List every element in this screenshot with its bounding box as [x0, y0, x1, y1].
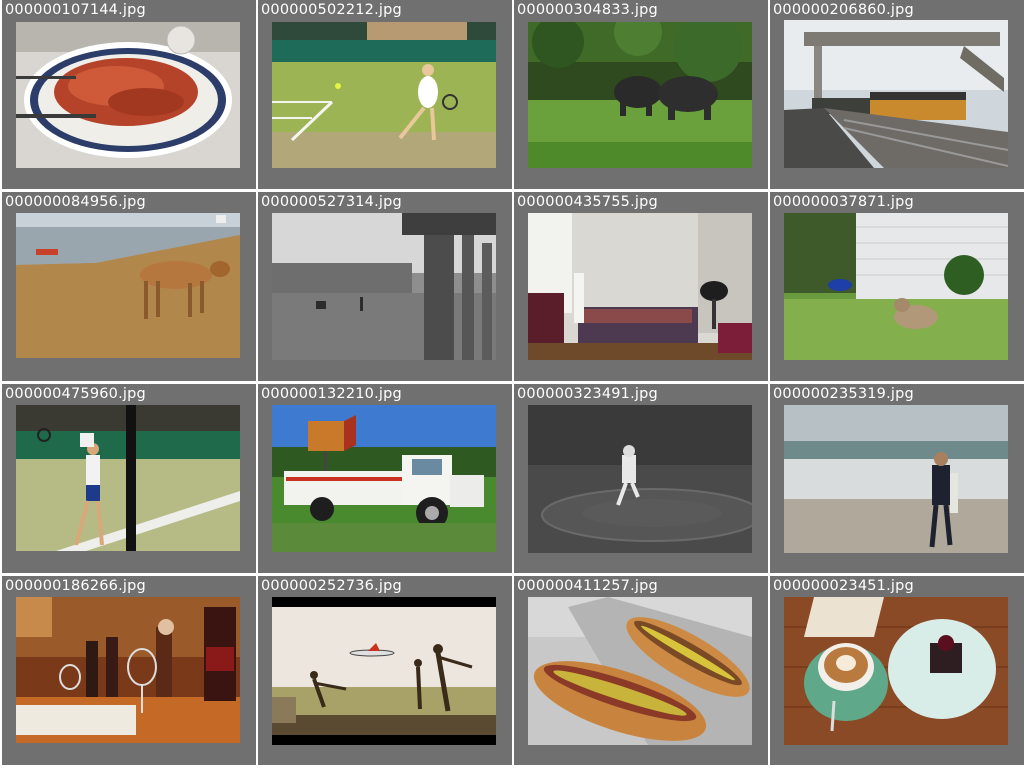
- filename-label: 000000023451.jpg: [773, 578, 914, 594]
- thumbnail-tile[interactable]: 000000323491.jpg: [514, 384, 768, 573]
- image-statues-plane: [272, 597, 496, 745]
- image-wine-bottles: [16, 597, 240, 743]
- image-tennis-grass: [272, 22, 496, 168]
- filename-label: 000000304833.jpg: [517, 2, 658, 18]
- thumbnail-tile[interactable]: 000000037871.jpg: [770, 192, 1024, 381]
- filename-label: 000000475960.jpg: [5, 386, 146, 402]
- image-surfer-beach: [784, 405, 1008, 553]
- filename-label: 000000502212.jpg: [261, 2, 402, 18]
- thumbnail-tile[interactable]: 000000206860.jpg: [770, 0, 1024, 189]
- thumbnail-tile[interactable]: 000000186266.jpg: [2, 576, 256, 765]
- thumbnail-tile[interactable]: 000000411257.jpg: [514, 576, 768, 765]
- image-grid: 000000107144.jpg 000000502212.jpg 000000…: [0, 0, 1024, 768]
- filename-label: 000000132210.jpg: [261, 386, 402, 402]
- image-living-room: [528, 213, 752, 360]
- thumbnail-tile[interactable]: 000000084956.jpg: [2, 192, 256, 381]
- thumbnail-tile[interactable]: 000000023451.jpg: [770, 576, 1024, 765]
- thumbnail-tile[interactable]: 000000304833.jpg: [514, 0, 768, 189]
- thumbnail-tile[interactable]: 000000132210.jpg: [258, 384, 512, 573]
- image-dog-lawn: [784, 213, 1008, 360]
- image-tennis-players: [16, 405, 240, 551]
- image-baseball-pitcher: [528, 405, 752, 553]
- filename-label: 000000252736.jpg: [261, 578, 402, 594]
- filename-label: 000000206860.jpg: [773, 2, 914, 18]
- image-old-town-square: [272, 213, 496, 360]
- image-elephants: [528, 22, 752, 168]
- image-cow-beach: [16, 213, 240, 358]
- image-train-station: [784, 20, 1008, 168]
- filename-label: 000000323491.jpg: [517, 386, 658, 402]
- thumbnail-tile[interactable]: 000000527314.jpg: [258, 192, 512, 381]
- filename-label: 000000235319.jpg: [773, 386, 914, 402]
- thumbnail-tile[interactable]: 000000435755.jpg: [514, 192, 768, 381]
- image-prosciutto-plate: [16, 22, 240, 168]
- filename-label: 000000186266.jpg: [5, 578, 146, 594]
- filename-label: 000000037871.jpg: [773, 194, 914, 210]
- thumbnail-tile[interactable]: 000000235319.jpg: [770, 384, 1024, 573]
- filename-label: 000000435755.jpg: [517, 194, 658, 210]
- filename-label: 000000107144.jpg: [5, 2, 146, 18]
- thumbnail-tile[interactable]: 000000475960.jpg: [2, 384, 256, 573]
- image-coffee-dessert: [784, 597, 1008, 745]
- thumbnail-tile[interactable]: 000000502212.jpg: [258, 0, 512, 189]
- thumbnail-tile[interactable]: 000000252736.jpg: [258, 576, 512, 765]
- filename-label: 000000411257.jpg: [517, 578, 658, 594]
- thumbnail-tile[interactable]: 000000107144.jpg: [2, 0, 256, 189]
- filename-label: 000000527314.jpg: [261, 194, 402, 210]
- image-hot-dogs: [528, 597, 752, 745]
- image-white-truck: [272, 405, 496, 552]
- filename-label: 000000084956.jpg: [5, 194, 146, 210]
